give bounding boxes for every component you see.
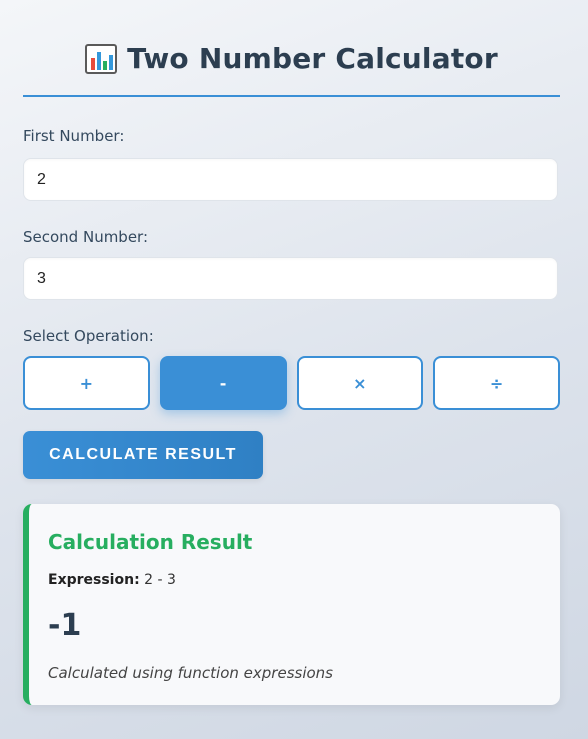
operation-buttons: + - × ÷ [23,356,560,410]
expression-label: Expression: [48,572,140,588]
header-inner: Two Number Calculator [85,42,498,75]
operation-label: Select Operation: [23,327,154,345]
first-number-input[interactable] [23,158,558,201]
result-card: Calculation Result Expression: 2 - 3 -1 … [23,504,560,705]
result-value: -1 [48,608,82,643]
second-number-label: Second Number: [23,228,149,246]
bar-chart-icon [85,43,118,74]
header: Two Number Calculator [23,0,560,97]
subtract-button[interactable]: - [159,356,287,410]
calculator-container: Two Number Calculator First Number: Seco… [23,0,560,705]
add-button[interactable]: + [23,356,150,410]
expression: Expression: 2 - 3 [48,572,176,588]
result-title: Calculation Result [48,530,253,554]
first-number-label: First Number: [23,127,125,145]
expression-value: 2 - 3 [144,572,176,588]
second-number-input[interactable] [23,257,558,300]
result-note: Calculated using function expressions [48,664,333,682]
divide-button[interactable]: ÷ [433,356,560,410]
multiply-button[interactable]: × [296,356,424,410]
page-title: Two Number Calculator [127,42,498,75]
calculate-button[interactable]: CALCULATE RESULT [23,431,263,479]
